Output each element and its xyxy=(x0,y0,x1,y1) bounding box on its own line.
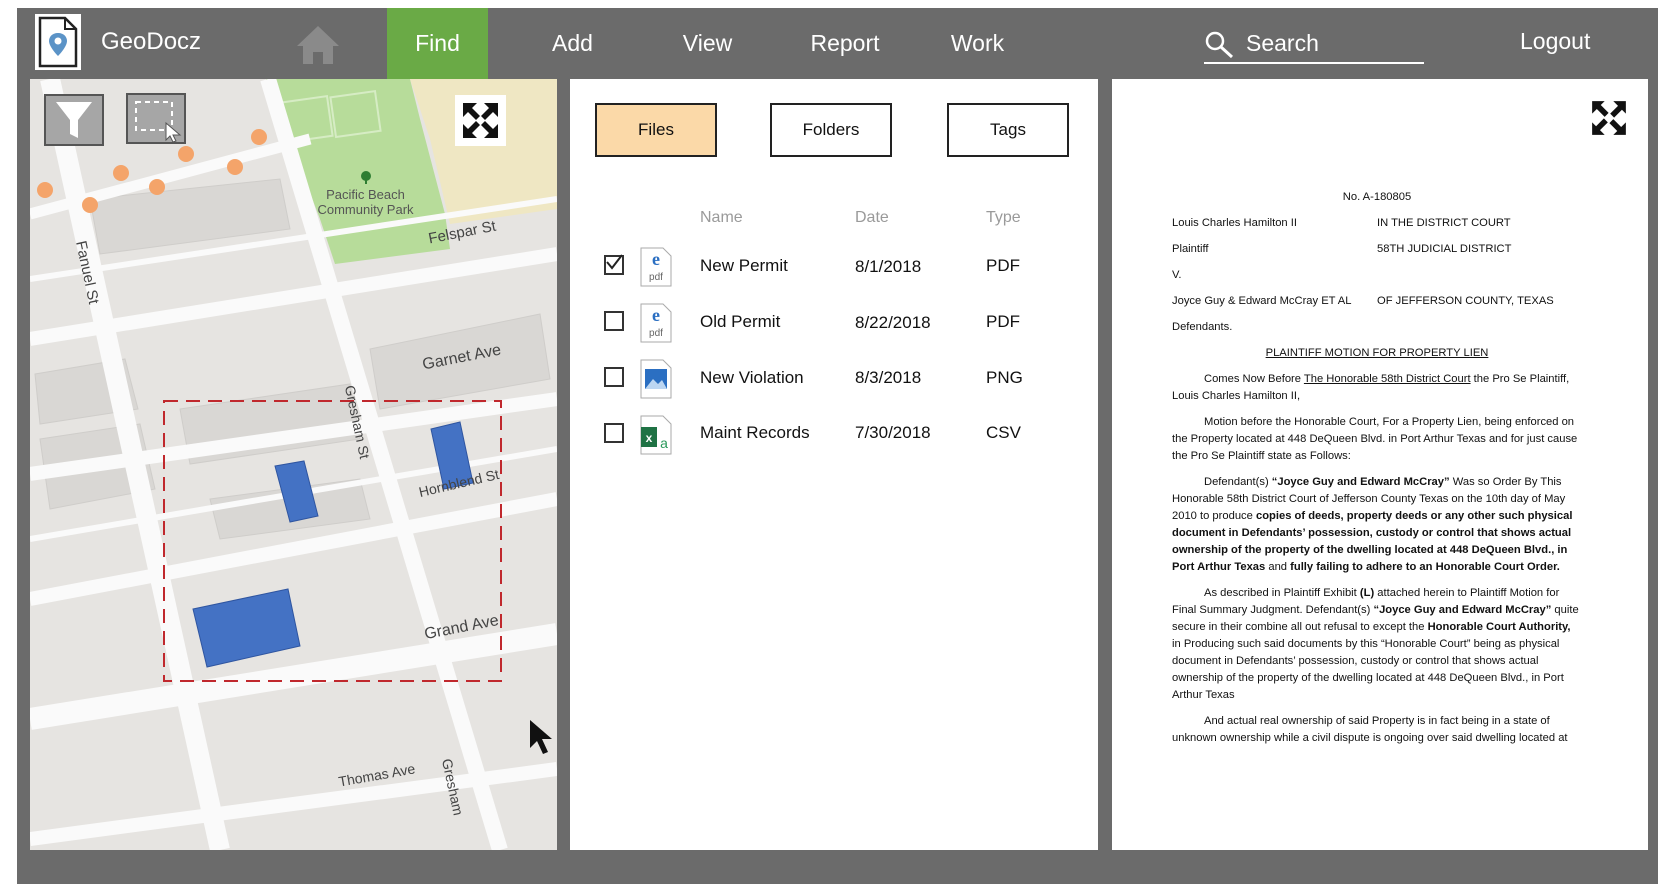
file-type: PNG xyxy=(986,368,1023,387)
image-file-icon xyxy=(640,359,672,399)
map-canvas[interactable] xyxy=(30,79,557,850)
tab-folders[interactable]: Folders xyxy=(770,103,892,157)
home-icon[interactable] xyxy=(295,22,341,66)
app-name: GeoDocz xyxy=(101,28,202,55)
document-paragraph: As described in Plaintiff Exhibit (L) at… xyxy=(1172,587,1579,701)
rectangle-select-button[interactable] xyxy=(126,93,186,144)
row-checkbox[interactable] xyxy=(604,311,624,331)
document-viewer-panel[interactable]: No. A-180805 Louis Charles Hamilton II IN… xyxy=(1112,79,1648,850)
filter-button[interactable] xyxy=(44,94,104,146)
column-header-date[interactable]: Date xyxy=(855,209,889,227)
nav-find[interactable]: Find xyxy=(387,8,488,79)
file-name[interactable]: Old Permit xyxy=(700,312,780,332)
tab-files[interactable]: Files xyxy=(595,103,717,157)
search-box[interactable] xyxy=(1204,26,1424,64)
rectangle-select-icon xyxy=(135,101,182,143)
nav-report[interactable]: Report xyxy=(795,8,895,79)
svg-text:x: x xyxy=(646,431,653,445)
park-label: Pacific Beach Community Park xyxy=(317,187,414,217)
excel-file-icon: x a xyxy=(640,415,672,455)
document-paragraph: And actual real ownership of said Proper… xyxy=(1172,715,1568,744)
table-row[interactable]: e pdf Old Permit 8/22/2018 PDF xyxy=(570,303,1098,359)
row-checkbox[interactable] xyxy=(604,367,624,387)
document-paragraph: Comes Now Before The Honorable 58th Dist… xyxy=(1172,373,1570,402)
document-paragraph: Motion before the Honorable Court, For a… xyxy=(1172,416,1578,462)
filter-icon xyxy=(56,102,92,138)
table-row[interactable]: x a Maint Records 7/30/2018 CSV xyxy=(570,415,1098,471)
caption-defendants: Defendants. xyxy=(1172,321,1233,333)
svg-text:e: e xyxy=(652,249,660,269)
file-name[interactable]: New Permit xyxy=(700,256,788,276)
svg-text:a: a xyxy=(660,435,668,451)
document-heading: PLAINTIFF MOTION FOR PROPERTY LIEN xyxy=(1265,347,1489,359)
logout-link[interactable]: Logout xyxy=(1520,28,1590,55)
column-header-name[interactable]: Name xyxy=(700,209,743,227)
file-list-panel: Files Folders Tags Name Date Type e pdf … xyxy=(570,79,1098,850)
expand-icon xyxy=(1592,101,1626,135)
table-row[interactable]: New Violation 8/3/2018 PNG xyxy=(570,359,1098,415)
caption-row: Louis Charles Hamilton II IN THE DISTRICT… xyxy=(1172,217,1511,229)
document-paragraph: Defendant(s) “Joyce Guy and Edward McCra… xyxy=(1172,476,1573,573)
nav-view[interactable]: View xyxy=(665,8,750,79)
caption-row: Joyce Guy & Edward McCray ET AL OF JEFFER… xyxy=(1172,295,1554,307)
expand-icon xyxy=(463,103,498,138)
file-name[interactable]: Maint Records xyxy=(700,423,810,443)
document-expand-button[interactable] xyxy=(1589,97,1629,139)
search-input[interactable] xyxy=(1246,26,1421,60)
row-checkbox[interactable] xyxy=(604,254,624,275)
document-page: No. A-180805 Louis Charles Hamilton II IN… xyxy=(1172,189,1582,756)
case-number: No. A-180805 xyxy=(1342,191,1412,203)
caption-versus: V. xyxy=(1172,269,1182,281)
map-expand-button[interactable] xyxy=(455,95,506,146)
svg-text:pdf: pdf xyxy=(649,272,663,283)
caption-row: Plaintiff 58TH JUDICIAL DISTRICT xyxy=(1172,243,1512,255)
map-panel[interactable]: Pacific Beach Community Park Felspar St F… xyxy=(30,79,557,850)
mouse-cursor-icon xyxy=(530,720,552,754)
pdf-file-icon: e pdf xyxy=(640,303,672,343)
check-mark-icon xyxy=(606,254,623,270)
map-pin-document-icon[interactable] xyxy=(35,14,81,70)
file-date: 7/30/2018 xyxy=(855,423,931,442)
file-date: 8/3/2018 xyxy=(855,368,922,387)
file-date: 8/1/2018 xyxy=(855,257,922,276)
pdf-file-icon: e pdf xyxy=(640,247,672,287)
search-icon xyxy=(1205,31,1234,59)
svg-text:pdf: pdf xyxy=(649,328,663,339)
tab-tags[interactable]: Tags xyxy=(947,103,1069,157)
column-header-type[interactable]: Type xyxy=(986,209,1021,227)
nav-work[interactable]: Work xyxy=(935,8,1020,79)
table-row[interactable]: e pdf New Permit 8/1/2018 PDF xyxy=(570,247,1098,303)
file-type: PDF xyxy=(986,312,1020,331)
svg-text:e: e xyxy=(652,305,660,325)
file-type: PDF xyxy=(986,256,1020,275)
file-type: CSV xyxy=(986,423,1021,442)
file-date: 8/22/2018 xyxy=(855,313,931,332)
row-checkbox[interactable] xyxy=(604,423,624,443)
file-name[interactable]: New Violation xyxy=(700,368,804,388)
nav-add[interactable]: Add xyxy=(530,8,615,79)
